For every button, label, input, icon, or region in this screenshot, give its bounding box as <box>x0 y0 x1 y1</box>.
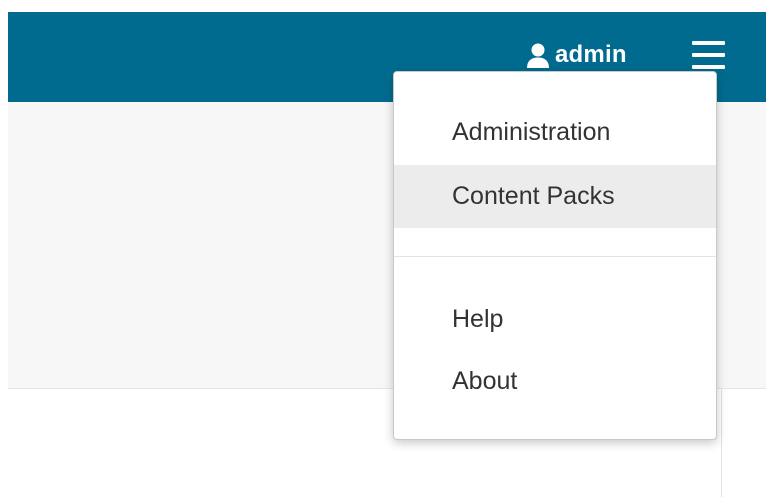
user-dropdown-menu: Administration Content Packs Help About <box>393 71 717 440</box>
username-label: admin <box>555 41 627 68</box>
menu-item-administration[interactable]: Administration <box>394 101 716 164</box>
menu-item-help[interactable]: Help <box>394 288 716 351</box>
menu-divider <box>394 256 716 257</box>
menu-item-content-packs[interactable]: Content Packs <box>394 165 716 228</box>
hamburger-menu-icon[interactable] <box>692 41 725 69</box>
user-icon <box>526 42 550 68</box>
app-screen: admin Administration Content Packs Help … <box>0 0 766 497</box>
user-menu-link[interactable]: admin <box>526 38 627 72</box>
menu-item-about[interactable]: About <box>394 350 716 413</box>
